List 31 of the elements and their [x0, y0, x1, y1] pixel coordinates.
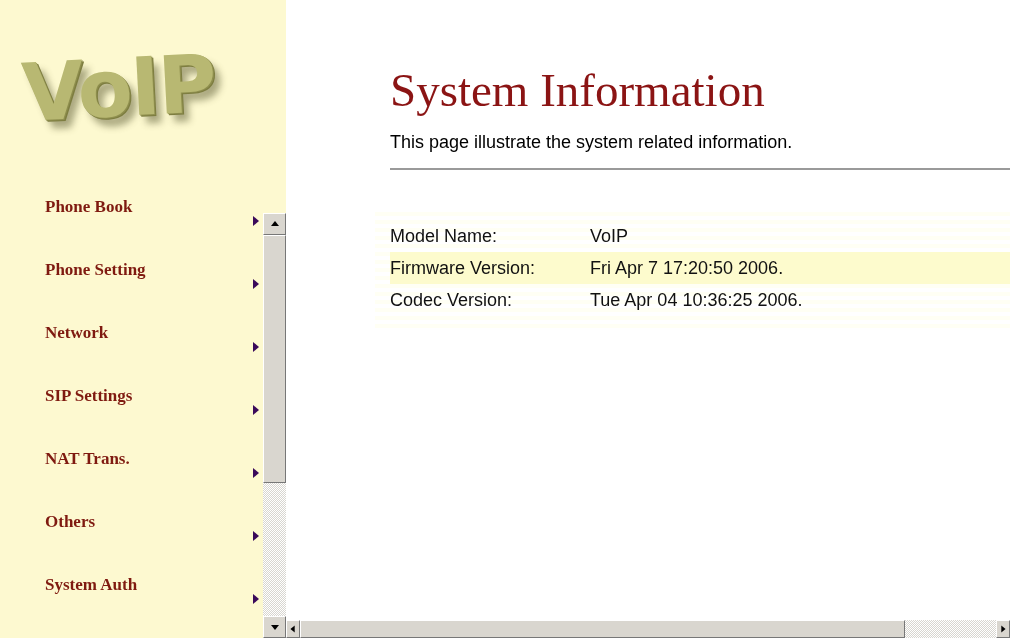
triangle-arrow-icon [253, 279, 259, 289]
triangle-arrow-icon [253, 405, 259, 415]
page-title: System Information [390, 63, 766, 118]
triangle-arrow-icon [253, 216, 259, 226]
field-label: Firmware Version: [390, 257, 537, 279]
scroll-down-button[interactable] [263, 616, 286, 638]
field-value: Fri Apr 7 17:20:50 2006. [590, 257, 784, 279]
vertical-scrollbar[interactable] [263, 213, 286, 638]
triangle-arrow-icon [253, 342, 259, 352]
menu-item[interactable]: Phone Setting [45, 260, 146, 279]
menu-item[interactable]: Phone Book [45, 197, 133, 216]
field-value: Tue Apr 04 10:36:25 2006. [590, 289, 803, 311]
field-label: Model Name: [390, 225, 499, 247]
voip-logo: VoIP [20, 43, 217, 134]
scrollbar-thumb[interactable] [263, 235, 286, 483]
triangle-arrow-icon [253, 531, 259, 541]
scrollbar-thumb[interactable] [300, 620, 905, 638]
triangle-arrow-icon [253, 468, 259, 478]
triangle-arrow-icon [253, 594, 259, 604]
page-description: This page illustrate the system related information. [390, 131, 794, 154]
scroll-up-button[interactable] [263, 213, 286, 235]
menu-item[interactable]: Network [45, 323, 109, 342]
scroll-left-button[interactable] [286, 620, 300, 638]
scroll-right-button[interactable] [996, 620, 1010, 638]
menu-item[interactable]: System Auth [45, 575, 138, 594]
field-value: VoIP [590, 225, 629, 247]
menu-item[interactable]: SIP Settings [45, 386, 133, 405]
menu-item[interactable]: NAT Trans. [45, 449, 130, 468]
menu-item[interactable]: Others [45, 512, 96, 531]
horizontal-scrollbar[interactable] [286, 620, 1010, 638]
field-label: Codec Version: [390, 289, 514, 311]
